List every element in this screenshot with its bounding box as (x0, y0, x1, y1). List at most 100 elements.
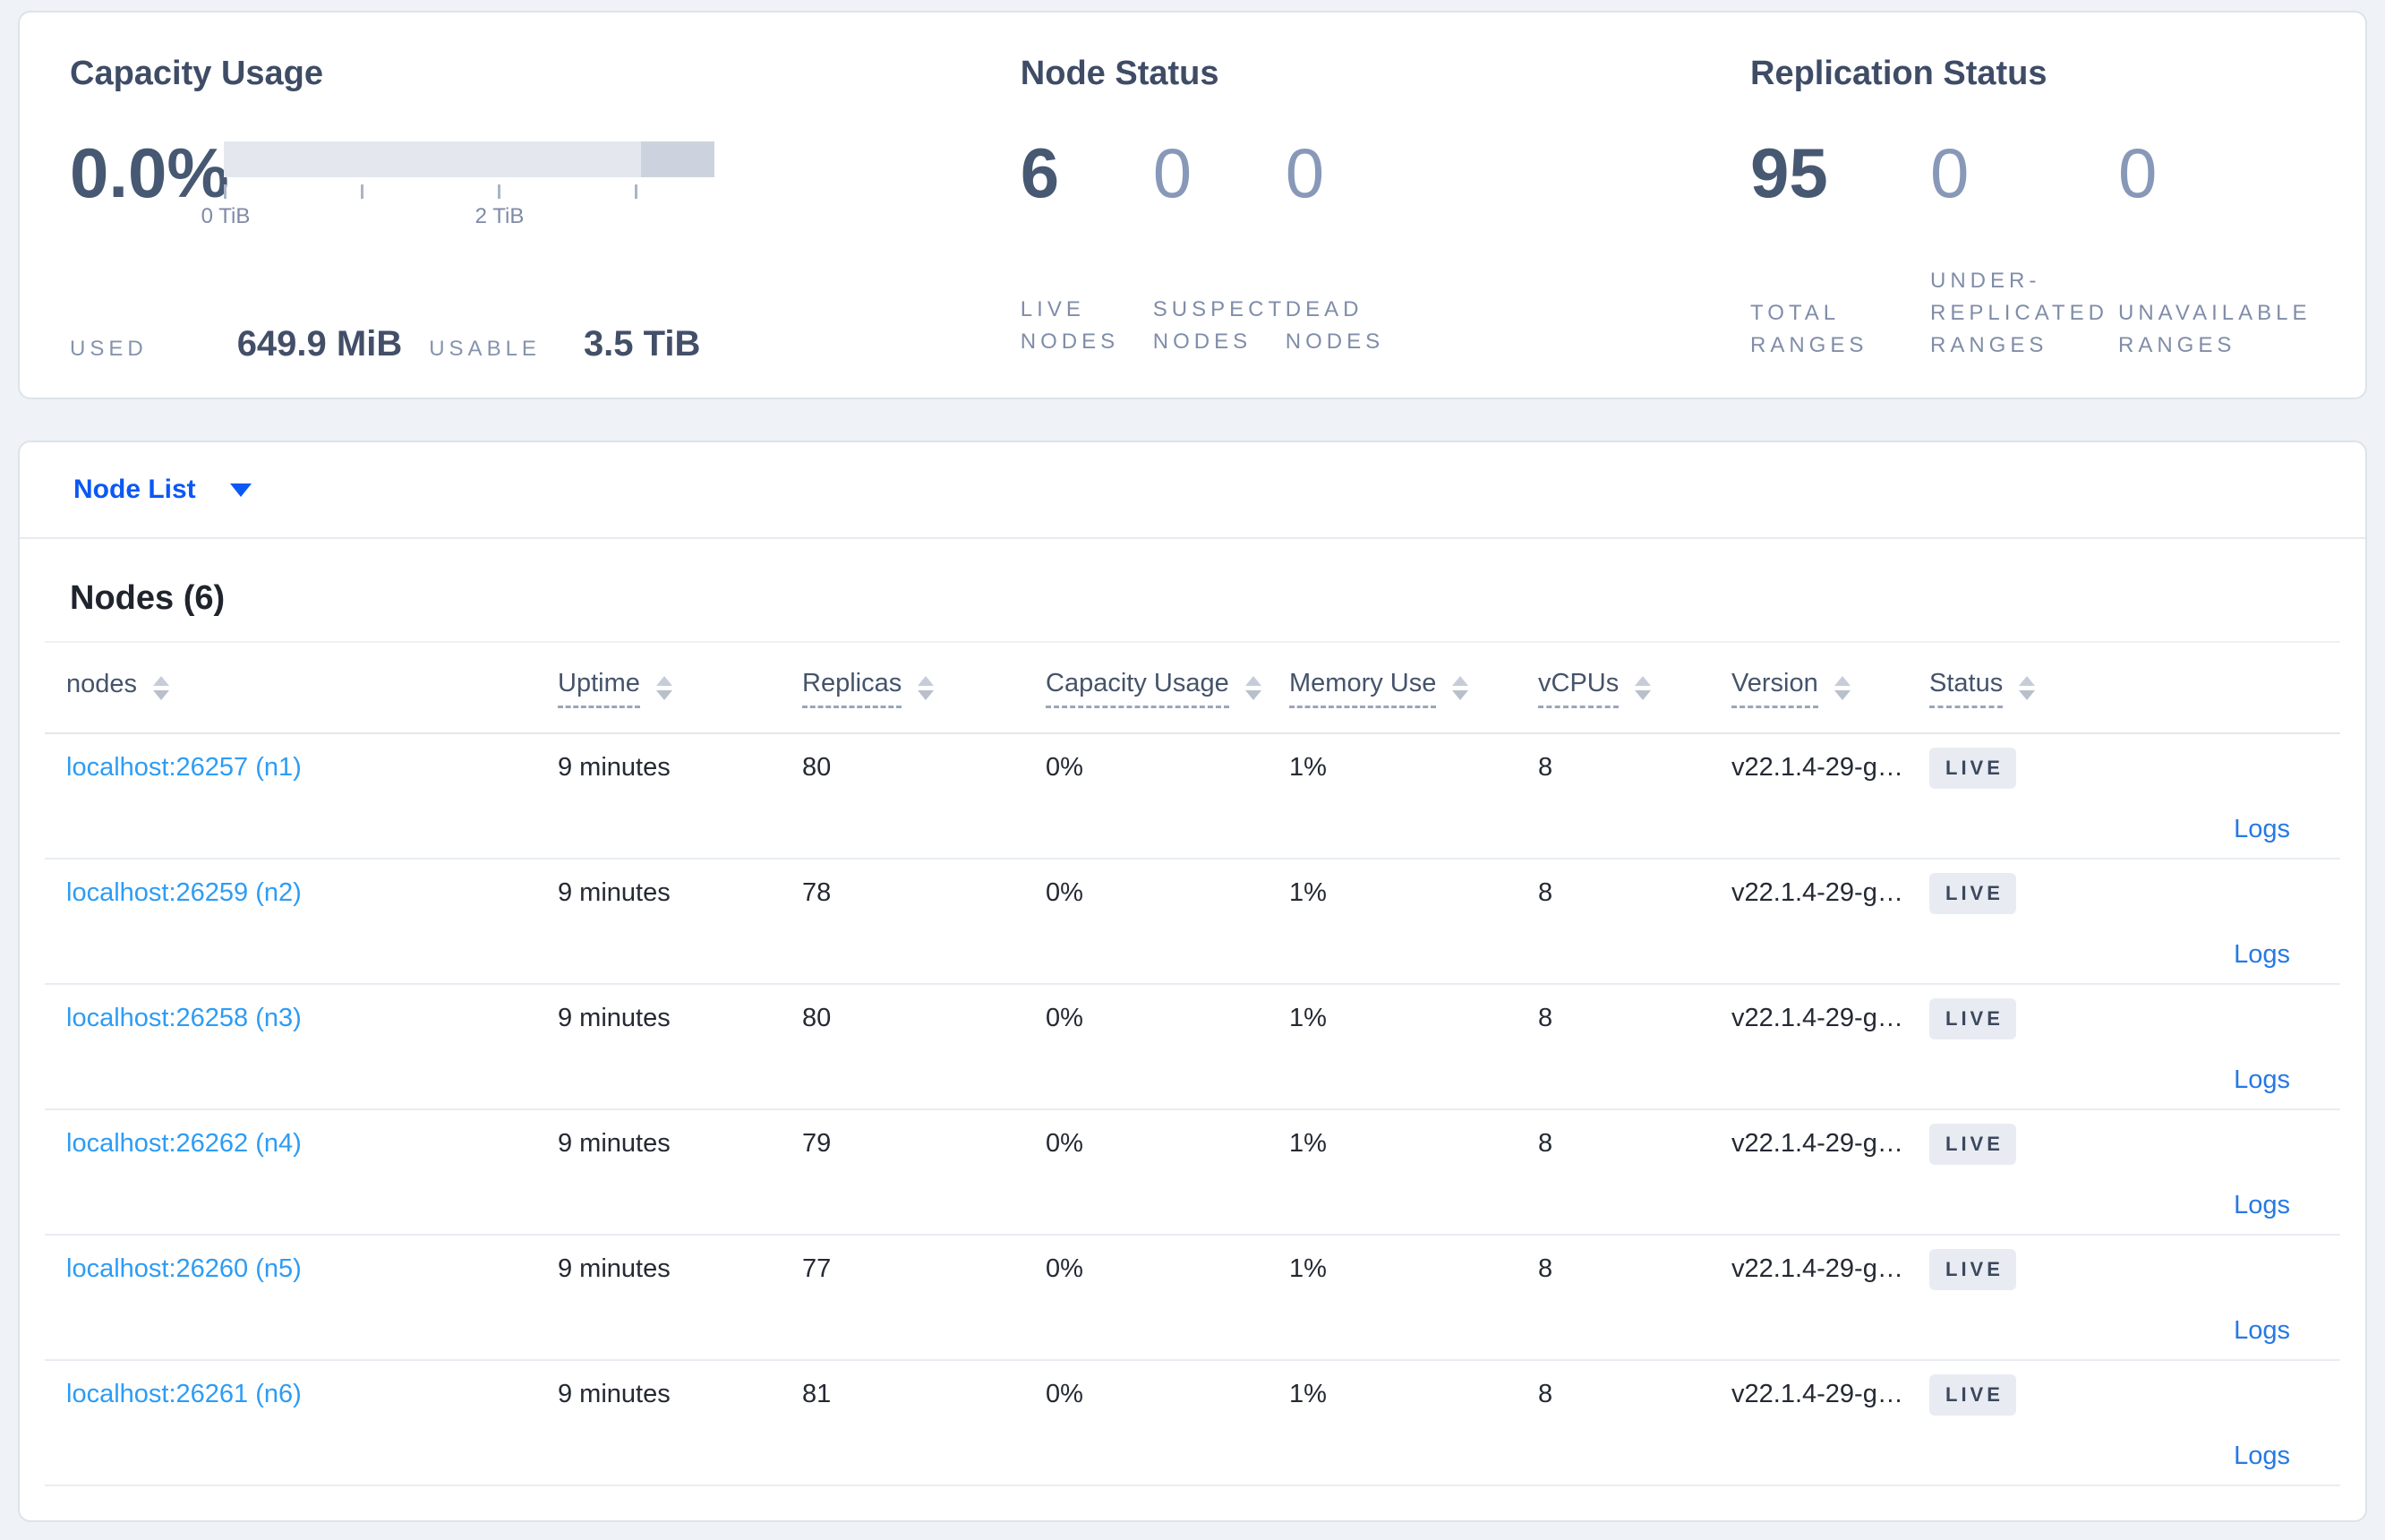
uptime-cell: 9 minutes (558, 1380, 671, 1409)
logs-link[interactable]: Logs (2234, 1442, 2290, 1470)
capacity-bar-end-segment (641, 141, 714, 177)
version-cell: v22.1.4-29-g… (1731, 753, 1903, 783)
table-row: localhost:26257 (n1) 9 minutes 80 0% 1% … (45, 734, 2340, 860)
usable-value: 3.5 TiB (583, 324, 701, 364)
view-selector-bar: Node List (20, 442, 2365, 539)
column-header-nodes[interactable]: nodes (45, 669, 536, 706)
column-header-memory[interactable]: Memory Use (1268, 668, 1517, 708)
column-header-status[interactable]: Status (1908, 668, 2340, 708)
status-badge: LIVE (1929, 1373, 2016, 1416)
section-title-replication: Replication Status (1750, 55, 2047, 92)
unavailable-label: UNAVAILABLE RANGES (2118, 301, 2312, 357)
live-nodes-label: LIVE NODES (1020, 297, 1120, 354)
capacity-cell: 0% (1046, 878, 1083, 908)
node-link[interactable]: localhost:26257 (n1) (66, 753, 302, 782)
node-link[interactable]: localhost:26262 (n4) (66, 1129, 302, 1158)
replicas-cell: 77 (802, 1254, 832, 1284)
sort-icon (1635, 675, 1652, 700)
vcpus-cell: 8 (1538, 878, 1553, 908)
replicas-cell: 80 (802, 1004, 832, 1033)
node-link[interactable]: localhost:26261 (n6) (66, 1380, 302, 1408)
replicas-cell: 80 (802, 753, 832, 783)
version-cell: v22.1.4-29-g… (1731, 1004, 1903, 1033)
status-badge: LIVE (1929, 1248, 2016, 1290)
usable-label: USABLE (429, 337, 541, 361)
version-cell: v22.1.4-29-g… (1731, 1129, 1903, 1159)
section-title-node-status: Node Status (1020, 55, 1219, 92)
sort-icon (1244, 675, 1261, 700)
node-link[interactable]: localhost:26259 (n2) (66, 878, 302, 907)
used-label: USED (70, 337, 148, 361)
node-list-dropdown-label: Node List (73, 475, 196, 504)
capacity-cell: 0% (1046, 1254, 1083, 1284)
column-header-uptime[interactable]: Uptime (536, 668, 781, 708)
replicas-cell: 79 (802, 1129, 832, 1159)
column-header-version[interactable]: Version (1710, 668, 1908, 708)
suspect-nodes-count: 0 (1152, 133, 1192, 212)
logs-link[interactable]: Logs (2234, 1065, 2290, 1094)
capacity-bar-chart: 0 TiB 2 TiB (201, 141, 714, 231)
dead-nodes-count: 0 (1285, 133, 1325, 212)
sort-icon (1834, 675, 1851, 700)
status-badge: LIVE (1929, 997, 2016, 1040)
logs-link[interactable]: Logs (2234, 940, 2290, 969)
axis-tick (361, 184, 363, 199)
sort-icon (918, 675, 935, 700)
capacity-usage-section: Capacity Usage 0.0% 0 TiB 2 TiB USED 649… (52, 54, 1021, 398)
logs-link[interactable]: Logs (2234, 815, 2290, 843)
logs-link[interactable]: Logs (2234, 1191, 2290, 1219)
capacity-cell: 0% (1046, 1004, 1083, 1033)
suspect-nodes-label: SUSPECT NODES (1152, 297, 1286, 354)
axis-tick (498, 184, 500, 199)
unavailable-count: 0 (2118, 133, 2158, 212)
logs-link[interactable]: Logs (2234, 1316, 2290, 1345)
total-ranges-label: TOTAL RANGES (1750, 301, 1868, 357)
version-cell: v22.1.4-29-g… (1731, 1380, 1903, 1409)
table-row: localhost:26259 (n2) 9 minutes 78 0% 1% … (45, 860, 2340, 985)
under-replicated-label: UNDER-REPLICATED RANGES (1930, 269, 2108, 357)
live-nodes-count: 6 (1020, 133, 1060, 212)
sort-icon (153, 675, 170, 700)
sort-icon (2019, 675, 2036, 700)
table-row: localhost:26262 (n4) 9 minutes 79 0% 1% … (45, 1110, 2340, 1236)
node-list-panel: Node List Nodes (6) nodes Uptime Replica… (18, 441, 2367, 1522)
memory-cell: 1% (1289, 1254, 1327, 1284)
nodes-table-section: Nodes (6) nodes Uptime Replicas Capacity… (20, 578, 2365, 1486)
vcpus-cell: 8 (1538, 1129, 1553, 1159)
replicas-cell: 81 (802, 1380, 832, 1409)
uptime-cell: 9 minutes (558, 1254, 671, 1284)
status-badge: LIVE (1929, 747, 2016, 789)
column-header-vcpus[interactable]: vCPUs (1517, 668, 1710, 708)
uptime-cell: 9 minutes (558, 1129, 671, 1159)
table-row: localhost:26260 (n5) 9 minutes 77 0% 1% … (45, 1236, 2340, 1361)
node-link[interactable]: localhost:26258 (n3) (66, 1004, 302, 1032)
node-link[interactable]: localhost:26260 (n5) (66, 1254, 302, 1283)
uptime-cell: 9 minutes (558, 878, 671, 908)
capacity-cell: 0% (1046, 753, 1083, 783)
capacity-cell: 0% (1046, 1380, 1083, 1409)
memory-cell: 1% (1289, 753, 1327, 783)
sort-icon (655, 675, 672, 700)
table-header-row: nodes Uptime Replicas Capacity Usage Mem… (45, 643, 2340, 734)
memory-cell: 1% (1289, 1129, 1327, 1159)
table-row: localhost:26258 (n3) 9 minutes 80 0% 1% … (45, 985, 2340, 1110)
capacity-axis-ticks (224, 184, 714, 201)
vcpus-cell: 8 (1538, 1004, 1553, 1033)
memory-cell: 1% (1289, 1004, 1327, 1033)
nodes-table: nodes Uptime Replicas Capacity Usage Mem… (45, 641, 2340, 1486)
page-title-nodes: Nodes (6) (70, 579, 226, 617)
column-header-capacity[interactable]: Capacity Usage (1024, 668, 1268, 708)
column-header-replicas[interactable]: Replicas (781, 668, 1024, 708)
version-cell: v22.1.4-29-g… (1731, 878, 1903, 908)
node-status-section: Node Status 6 0 0 LIVE NODES SUSPECT NOD… (1021, 54, 1750, 398)
total-ranges-count: 95 (1750, 133, 1828, 212)
version-cell: v22.1.4-29-g… (1731, 1254, 1903, 1284)
axis-tick (224, 184, 227, 199)
vcpus-cell: 8 (1538, 1380, 1553, 1409)
replicas-cell: 78 (802, 878, 832, 908)
memory-cell: 1% (1289, 878, 1327, 908)
replication-status-section: Replication Status 95 0 0 TOTAL RANGES U… (1750, 54, 2333, 398)
under-replicated-count: 0 (1930, 133, 1970, 212)
node-list-dropdown[interactable]: Node List (73, 475, 252, 505)
cluster-overview-panel: Capacity Usage 0.0% 0 TiB 2 TiB USED 649… (18, 11, 2367, 399)
